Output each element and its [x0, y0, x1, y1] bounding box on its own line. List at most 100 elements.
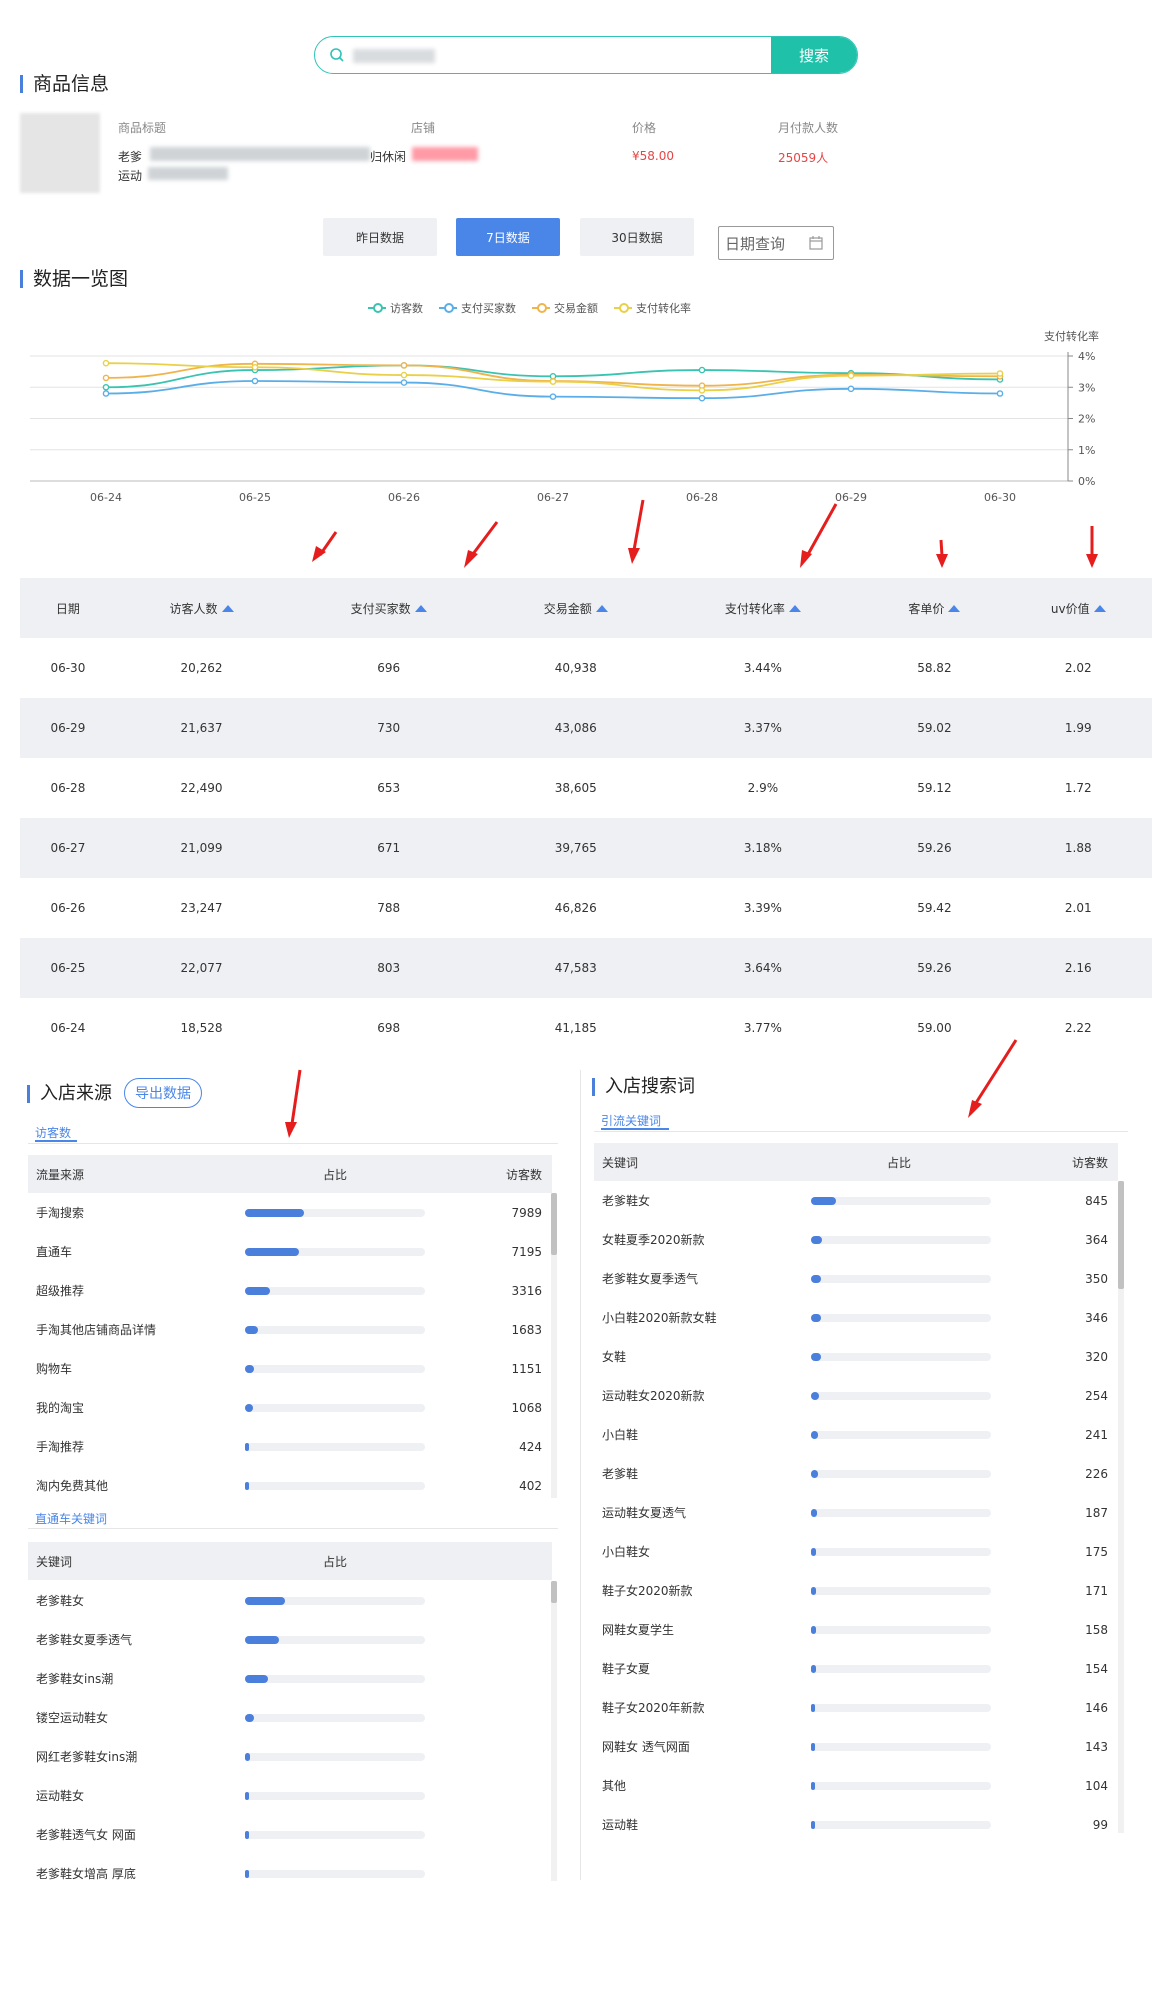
tab-traffic-keywords[interactable]: 引流关键词: [601, 1112, 661, 1129]
table-cell: 46,826: [554, 901, 597, 915]
table-cell: 1.72: [1064, 781, 1092, 795]
legend-item[interactable]: 支付转化率: [614, 300, 691, 316]
share-bar-fill: [811, 1314, 822, 1322]
column-header-label: 支付买家数: [350, 601, 411, 616]
item-name: 运动鞋女2020新款: [602, 1389, 705, 1403]
share-bar: [811, 1587, 991, 1595]
table-cell: 788: [377, 901, 401, 915]
table-cell: 41,185: [554, 1021, 597, 1035]
item-name: 镂空运动鞋女: [36, 1711, 109, 1725]
shop-name[interactable]: 归休闲: [370, 148, 406, 165]
data-point[interactable]: [400, 371, 408, 379]
table-cell: 3.77%: [743, 1021, 782, 1035]
data-point[interactable]: [400, 379, 408, 386]
y-tick-label: 4%: [1078, 350, 1095, 363]
product-title-line1[interactable]: 老爹: [118, 148, 142, 165]
item-value: 424: [519, 1439, 542, 1454]
table-cell: 58.82: [917, 661, 952, 675]
tab-visitor-count[interactable]: 访客数: [35, 1124, 71, 1141]
list-item: 老爹鞋女 845: [594, 1181, 1118, 1220]
tab-ztc-keywords[interactable]: 直通车关键词: [35, 1510, 107, 1527]
table-header-row: 日期 访客人数 支付买家数 交易金额 支付转化率 客单价 uv价值: [20, 578, 1152, 638]
column-header[interactable]: 支付买家数: [287, 578, 491, 638]
item-name: 老爹鞋透气女 网面: [36, 1828, 136, 1842]
keyword-scrollbar[interactable]: [551, 1581, 557, 1881]
table-cell: 06-27: [20, 818, 116, 878]
tab-7-days[interactable]: 7日数据: [456, 218, 560, 256]
sort-icon[interactable]: [414, 604, 427, 612]
data-point[interactable]: [549, 393, 557, 400]
search-terms-scrollbar[interactable]: [1118, 1181, 1124, 1833]
share-bar-fill: [811, 1470, 818, 1478]
data-point[interactable]: [102, 374, 110, 382]
share-bar: [245, 1792, 425, 1800]
product-title-line2[interactable]: 运动: [118, 167, 142, 184]
data-point[interactable]: [996, 390, 1004, 397]
search-button[interactable]: 搜索: [771, 37, 857, 73]
search-input[interactable]: [353, 43, 757, 69]
item-name: 手淘搜索: [36, 1206, 85, 1220]
sort-icon[interactable]: [221, 604, 234, 612]
column-header[interactable]: 访客人数: [115, 578, 288, 638]
data-point[interactable]: [698, 366, 706, 374]
item-name: 淘内免费其他: [36, 1479, 109, 1493]
y-tick-label: 2%: [1078, 413, 1095, 426]
data-point[interactable]: [102, 390, 110, 397]
data-point[interactable]: [847, 372, 855, 379]
item-value: 346: [1085, 1310, 1108, 1325]
data-point[interactable]: [996, 370, 1004, 377]
data-point[interactable]: [251, 377, 259, 385]
item-name: 老爹鞋女: [602, 1194, 651, 1208]
scrollbar-thumb[interactable]: [551, 1193, 557, 1255]
list-item: 老爹鞋女夏季透气: [28, 1620, 552, 1659]
tab-yesterday[interactable]: 昨日数据: [323, 218, 437, 256]
share-bar-fill: [245, 1248, 299, 1256]
scrollbar-thumb[interactable]: [551, 1581, 557, 1603]
date-query-picker[interactable]: 日期查询: [718, 226, 834, 260]
table-cell: 2.01: [1064, 901, 1092, 915]
list-item: 女鞋夏季2020新款 364: [594, 1220, 1118, 1259]
table-cell: 653: [377, 781, 401, 795]
col-share: 占比: [323, 1167, 348, 1182]
data-point[interactable]: [400, 362, 408, 369]
data-point[interactable]: [698, 394, 706, 402]
table-cell: 1.88: [1004, 818, 1152, 878]
item-value: 146: [1085, 1700, 1108, 1715]
list-item: 运动鞋女夏透气 187: [594, 1493, 1118, 1532]
scrollbar-thumb[interactable]: [1118, 1181, 1124, 1289]
list-item: 鞋子女2020年新款 146: [594, 1688, 1118, 1727]
share-bar-fill: [245, 1287, 271, 1295]
data-point[interactable]: [251, 363, 259, 371]
overview-line-chart: 0%1%2%3%4%06-24 06-25 06-26 06-27 06-28 06-29…: [30, 350, 1095, 504]
data-point[interactable]: [102, 383, 110, 391]
sort-icon[interactable]: [595, 604, 608, 612]
data-point[interactable]: [847, 385, 855, 393]
sort-icon[interactable]: [1093, 604, 1106, 612]
tab-30-days[interactable]: 30日数据: [580, 218, 694, 256]
column-header[interactable]: 交易金额: [490, 578, 662, 638]
share-bar: [245, 1597, 425, 1605]
product-thumbnail[interactable]: [20, 113, 100, 193]
data-point[interactable]: [102, 359, 110, 367]
legend-item[interactable]: 访客数: [368, 300, 423, 316]
column-header[interactable]: uv价值: [1004, 578, 1152, 638]
column-header: 日期: [20, 578, 116, 638]
share-bar: [811, 1548, 991, 1556]
export-data-button[interactable]: 导出数据: [124, 1078, 202, 1108]
column-header[interactable]: 支付转化率: [661, 578, 865, 638]
sort-icon[interactable]: [948, 604, 961, 612]
data-point[interactable]: [698, 387, 706, 394]
share-bar-fill: [245, 1365, 254, 1373]
list-item: 淘内免费其他 402: [28, 1466, 552, 1505]
legend-item[interactable]: 交易金额: [532, 300, 598, 316]
table-cell: 06-30: [50, 661, 86, 675]
traffic-scrollbar[interactable]: [551, 1193, 557, 1498]
column-header[interactable]: 客单价: [864, 578, 1005, 638]
item-value: 226: [1085, 1466, 1108, 1481]
list-item: 小白鞋 241: [594, 1415, 1118, 1454]
data-point[interactable]: [549, 378, 557, 385]
list-item: 老爹鞋透气女 网面: [28, 1815, 552, 1854]
share-bar: [811, 1821, 991, 1829]
sort-icon[interactable]: [788, 604, 801, 612]
legend-item[interactable]: 支付买家数: [439, 300, 516, 316]
